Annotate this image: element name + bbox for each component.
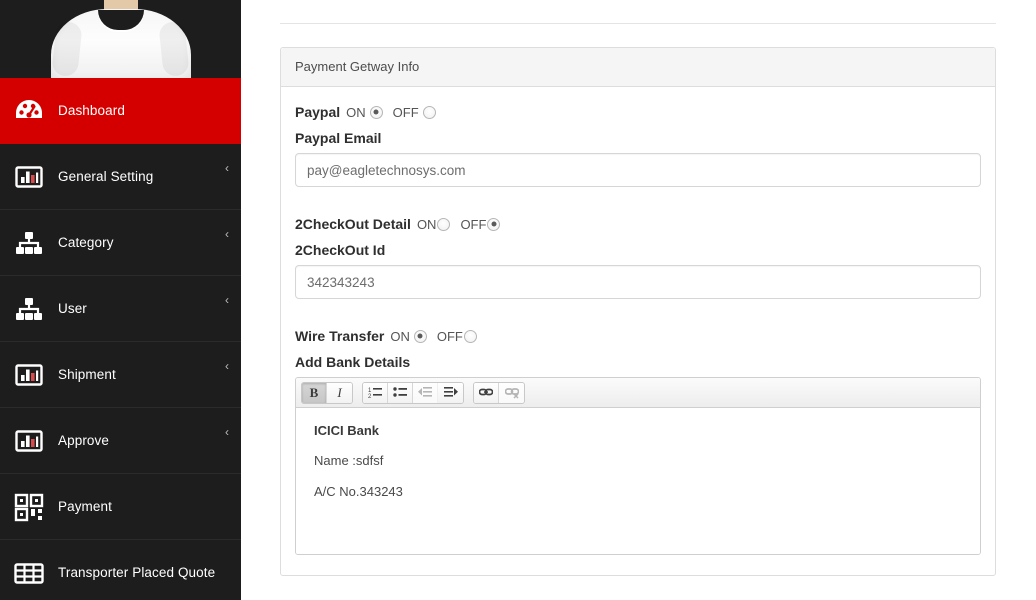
editor-button-group-3 xyxy=(473,381,525,404)
wire-transfer-toggle-row: Wire Transfer ON OFF xyxy=(295,329,981,343)
ordered-list-icon: 1 2 xyxy=(368,386,382,399)
sidebar-item-dashboard[interactable]: Dashboard xyxy=(0,78,241,144)
sidebar-item-payment[interactable]: Payment xyxy=(0,474,241,540)
chevron-left-icon[interactable]: ‹ xyxy=(225,228,229,240)
sidebar-item-general-setting[interactable]: General Setting ‹ xyxy=(0,144,241,210)
italic-icon: I xyxy=(337,384,342,400)
italic-button[interactable]: I xyxy=(327,382,352,403)
link-button[interactable] xyxy=(474,382,499,403)
spacer-after-twocheckout xyxy=(295,303,981,325)
chevron-left-icon[interactable]: ‹ xyxy=(225,360,229,372)
chevron-left-icon[interactable]: ‹ xyxy=(225,294,229,306)
panel-body: Paypal ON OFF Paypal Email 2Check xyxy=(281,87,995,575)
payment-gateway-panel: Payment Getway Info Paypal ON OFF Paypal… xyxy=(280,47,996,576)
bold-button[interactable]: B xyxy=(302,382,327,403)
paypal-on-radio[interactable] xyxy=(369,105,383,119)
outdent-button xyxy=(413,382,438,403)
ordered-list-button[interactable]: 1 2 xyxy=(363,382,388,403)
main-content: Payment Getway Info Paypal ON OFF Paypal… xyxy=(241,0,1036,600)
sidebar-item-category[interactable]: Category ‹ xyxy=(0,210,241,276)
paypal-off-label: OFF xyxy=(392,104,419,120)
sidebar-item-approve[interactable]: Approve ‹ xyxy=(0,408,241,474)
wire-off-label: OFF xyxy=(436,328,463,344)
sidebar-item-label: User xyxy=(58,301,87,316)
paypal-email-field-row: Paypal Email xyxy=(295,130,981,187)
wire-on-radio[interactable] xyxy=(413,329,427,343)
unordered-list-button[interactable] xyxy=(388,382,413,403)
wire-on-label: ON xyxy=(390,328,410,344)
paypal-on-label: ON xyxy=(346,104,366,120)
table-grid-icon xyxy=(6,553,52,593)
link-icon xyxy=(479,386,493,399)
editor-toolbar: BI1 2 xyxy=(296,378,980,408)
twocheckout-on-label: ON xyxy=(416,216,437,232)
unlink-icon xyxy=(504,386,519,399)
twocheckout-on-radio[interactable] xyxy=(437,217,451,231)
twocheckout-id-field-row: 2CheckOut Id xyxy=(295,242,981,299)
paypal-off-radio[interactable] xyxy=(422,105,436,119)
sitemap-icon xyxy=(6,289,52,329)
sidebar-item-label: Dashboard xyxy=(58,103,125,118)
paypal-email-label: Paypal Email xyxy=(295,130,382,146)
editor-line: ICICI Bank xyxy=(314,423,380,438)
paypal-toggle-row: Paypal ON OFF xyxy=(295,105,981,119)
paypal-email-input[interactable] xyxy=(295,153,981,187)
sidebar-item-label: Category xyxy=(58,235,114,250)
sidebar-item-user[interactable]: User ‹ xyxy=(0,276,241,342)
sidebar: Dashboard General Setting ‹ Category ‹ U… xyxy=(0,0,241,600)
twocheckout-label: 2CheckOut Detail xyxy=(295,216,411,232)
sitemap-icon xyxy=(6,223,52,263)
bar-chart-icon xyxy=(6,355,52,395)
chevron-left-icon[interactable]: ‹ xyxy=(225,162,229,174)
bold-icon: B xyxy=(309,384,319,400)
editor-button-group-2: 1 2 xyxy=(362,381,464,404)
bank-details-editor: BI1 2 ICICI Bank Name :sdfsf A/C No.343243 xyxy=(295,377,981,555)
chevron-left-icon[interactable]: ‹ xyxy=(225,426,229,438)
twocheckout-off-radio[interactable] xyxy=(487,217,501,231)
unordered-list-icon xyxy=(393,386,407,399)
sidebar-item-shipment[interactable]: Shipment ‹ xyxy=(0,342,241,408)
app-root: Dashboard General Setting ‹ Category ‹ U… xyxy=(0,0,1036,600)
content-top-divider xyxy=(280,23,996,24)
sidebar-item-label: Approve xyxy=(58,433,109,448)
sidebar-item-transporter-placed-quote[interactable]: Transporter Placed Quote xyxy=(0,540,241,600)
wire-transfer-label: Wire Transfer xyxy=(295,328,385,344)
bar-chart-icon xyxy=(6,421,52,461)
add-bank-details-label: Add Bank Details xyxy=(295,354,411,370)
spacer-after-paypal xyxy=(295,191,981,213)
dashboard-gauge-icon xyxy=(6,91,52,131)
svg-text:2: 2 xyxy=(368,394,372,399)
brand-avatar-photo xyxy=(0,0,241,78)
qr-code-icon xyxy=(6,487,52,527)
sidebar-item-label: Payment xyxy=(58,499,112,514)
indent-button[interactable] xyxy=(438,382,463,403)
twocheckout-toggle-row: 2CheckOut Detail ON OFF xyxy=(295,217,981,231)
sidebar-nav: Dashboard General Setting ‹ Category ‹ U… xyxy=(0,78,241,600)
sidebar-item-label: Transporter Placed Quote xyxy=(58,565,216,580)
bar-chart-icon xyxy=(6,157,52,197)
avatar-shade-right xyxy=(158,20,190,78)
sidebar-item-label: Shipment xyxy=(58,367,116,382)
panel-heading: Payment Getway Info xyxy=(281,48,995,87)
twocheckout-id-input[interactable] xyxy=(295,265,981,299)
twocheckout-off-label: OFF xyxy=(460,216,487,232)
unlink-button xyxy=(499,382,524,403)
indent-icon xyxy=(443,386,458,399)
editor-content-area[interactable]: ICICI Bank Name :sdfsf A/C No.343243 xyxy=(296,408,980,554)
editor-line: A/C No.343243 xyxy=(314,483,403,499)
editor-button-group-1: BI xyxy=(301,381,353,404)
paypal-label: Paypal xyxy=(295,104,341,120)
panel-title: Payment Getway Info xyxy=(295,59,420,74)
outdent-icon xyxy=(418,386,432,399)
wire-off-radio[interactable] xyxy=(463,329,477,343)
twocheckout-id-label: 2CheckOut Id xyxy=(295,242,386,258)
sidebar-item-label: General Setting xyxy=(58,169,154,184)
editor-line: Name :sdfsf xyxy=(314,453,384,469)
